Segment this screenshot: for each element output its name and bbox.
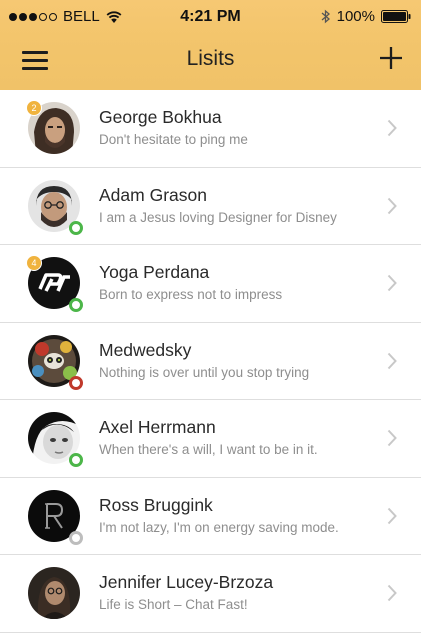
- presence-indicator-online: [69, 453, 83, 467]
- contact-row[interactable]: Jennifer Lucey-Brzoza Life is Short – Ch…: [0, 555, 421, 633]
- battery-percent: 100%: [336, 8, 375, 25]
- avatar: 4: [26, 255, 83, 312]
- chevron-right-icon: [387, 584, 397, 602]
- contact-status-message: Don't hesitate to ping me: [99, 132, 248, 147]
- header: BELL 4:21 PM 100% Lisits: [0, 0, 421, 90]
- avatar: [28, 489, 83, 545]
- contact-name: Axel Herrmann: [99, 417, 216, 437]
- chevron-right-icon: [387, 429, 397, 447]
- contact-status-message: Nothing is over until you stop trying: [99, 364, 310, 380]
- contact-status-message: Life is Short – Chat Fast!: [99, 597, 248, 612]
- contact-name: Yoga Perdana: [99, 262, 210, 282]
- status-bar: BELL 4:21 PM 100%: [0, 0, 421, 34]
- contact-row[interactable]: 2 George Bokhua Don't hesitate to ping m…: [0, 90, 421, 168]
- avatar: 2: [26, 100, 80, 154]
- presence-indicator-online: [69, 220, 83, 235]
- contact-row[interactable]: Adam Grason I am a Jesus loving Designer…: [0, 167, 421, 245]
- avatar: [28, 567, 80, 619]
- contact-row[interactable]: 4 Yoga Perdana Born to express not to im…: [0, 245, 421, 323]
- contact-name: Medwedsky: [99, 339, 192, 360]
- chevron-right-icon: [387, 197, 397, 214]
- bluetooth-icon: [321, 9, 330, 24]
- contact-name: George Bokhua: [99, 107, 222, 127]
- contact-status-message: I'm not lazy, I'm on energy saving mode.: [99, 519, 339, 535]
- contact-status-message: I am a Jesus loving Designer for Disney: [99, 209, 337, 225]
- contact-list: 2 George Bokhua Don't hesitate to ping m…: [0, 90, 421, 633]
- contact-name: Adam Grason: [99, 184, 207, 205]
- chevron-right-icon: [387, 352, 397, 369]
- unread-count-badge: 2: [26, 100, 42, 116]
- unread-count-badge: 4: [26, 255, 42, 271]
- contacts-screen: BELL 4:21 PM 100% Lisits 2 George Bokhua…: [0, 0, 421, 633]
- contact-name: Jennifer Lucey-Brzoza: [99, 572, 274, 592]
- page-title: Lisits: [186, 47, 235, 70]
- presence-indicator-busy: [69, 375, 83, 390]
- plus-icon[interactable]: [379, 46, 403, 70]
- contact-status-message: When there's a will, I want to be in it.: [99, 442, 318, 457]
- contact-row[interactable]: Medwedsky Nothing is over until you stop…: [0, 322, 421, 400]
- contact-name: Ross Bruggink: [99, 494, 213, 515]
- chevron-right-icon: [387, 274, 397, 292]
- presence-indicator-online: [69, 298, 83, 312]
- avatar-image: [28, 567, 80, 619]
- avatar: [28, 334, 83, 390]
- avatar: [28, 179, 83, 235]
- contact-status-message: Born to express not to impress: [99, 287, 283, 302]
- navigation-bar: Lisits: [0, 34, 421, 90]
- avatar: [28, 412, 83, 467]
- contact-row[interactable]: Ross Bruggink I'm not lazy, I'm on energ…: [0, 477, 421, 555]
- status-right: 100%: [321, 8, 411, 25]
- chevron-right-icon: [387, 507, 397, 524]
- chevron-right-icon: [387, 119, 397, 137]
- battery-icon: [381, 10, 411, 23]
- presence-indicator-offline: [69, 530, 83, 545]
- contact-row[interactable]: Axel Herrmann When there's a will, I wan…: [0, 400, 421, 478]
